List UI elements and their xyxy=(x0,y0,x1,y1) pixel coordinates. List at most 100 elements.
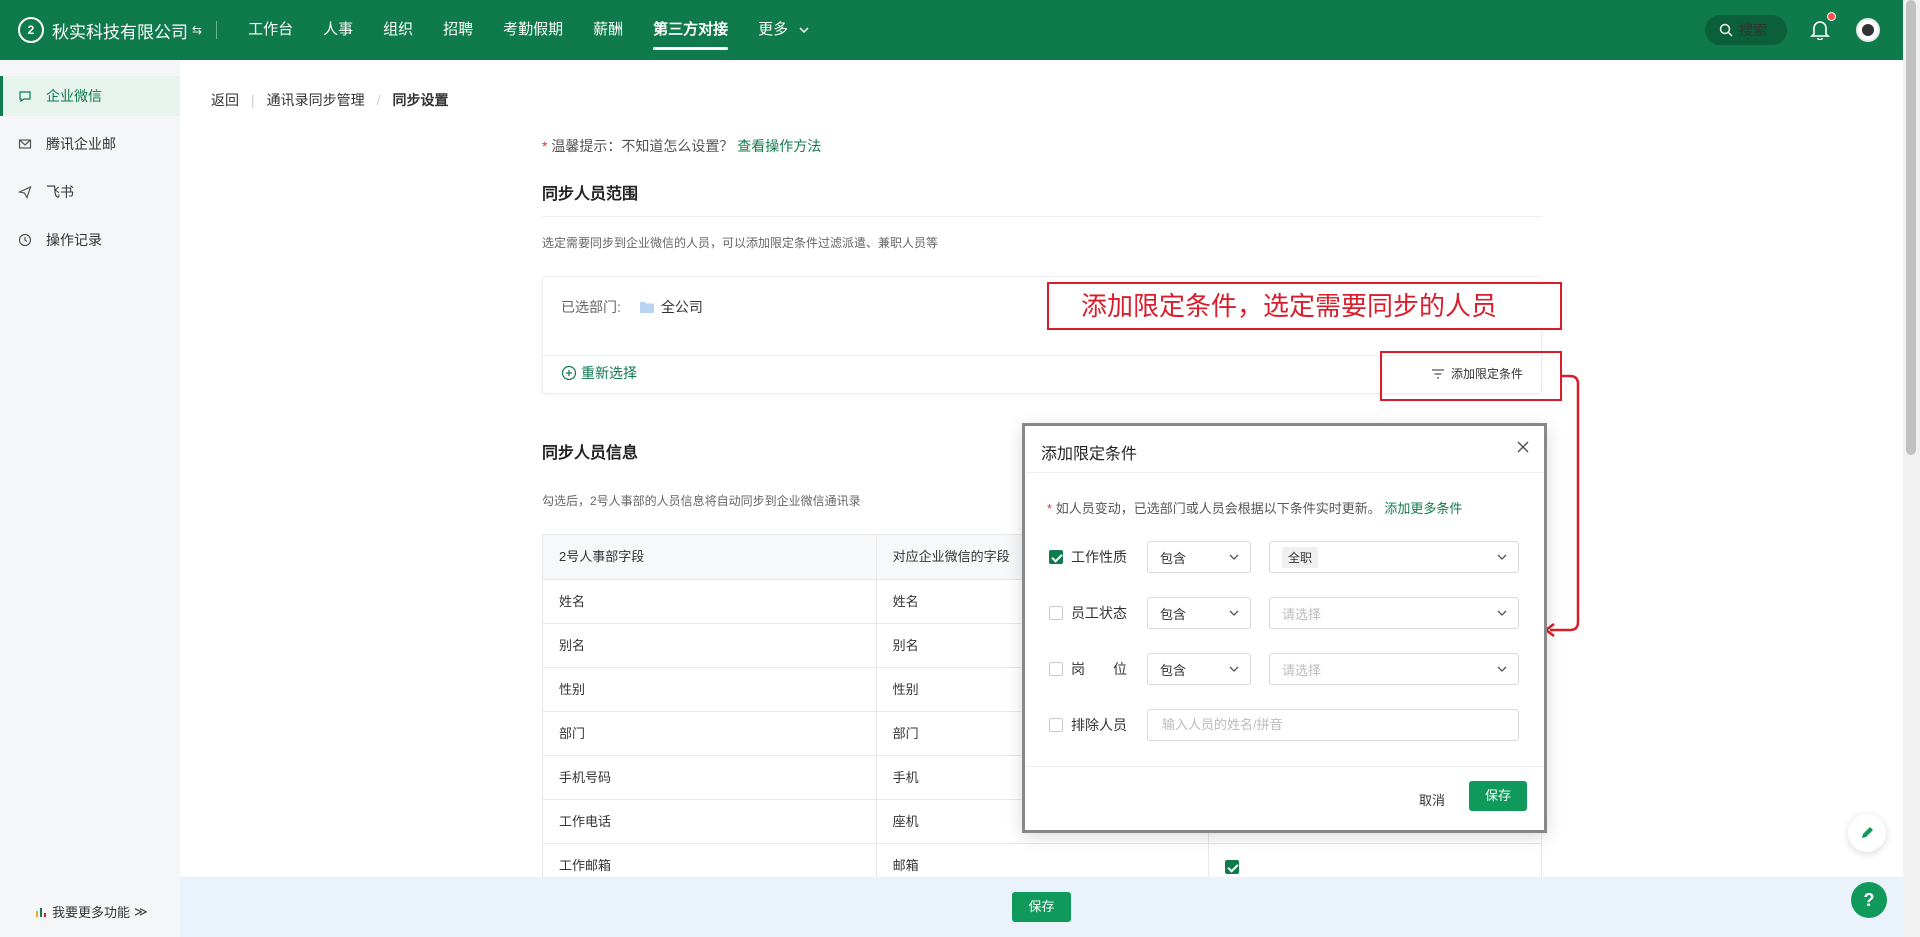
nav-recruit[interactable]: 招聘 xyxy=(428,0,488,60)
breadcrumb-back[interactable]: 返回 xyxy=(211,90,239,110)
nav-salary[interactable]: 薪酬 xyxy=(578,0,638,60)
more-features-label: 我要更多功能 xyxy=(52,905,131,920)
breadcrumb-separator: | xyxy=(251,92,255,108)
annotation-callout: 添加限定条件，选定需要同步的人员 xyxy=(1047,282,1562,330)
condition-row-job-type: 工作性质 包含 全职 xyxy=(1049,541,1519,573)
search-label: 搜索 xyxy=(1739,22,1767,38)
info-section-title: 同步人员信息 xyxy=(542,445,639,462)
chevron-down-icon xyxy=(1497,554,1507,560)
sidebar-item-tencent-mail[interactable]: 腾讯企业邮 xyxy=(0,124,180,164)
notification-dot xyxy=(1827,12,1836,21)
table-cell: 工作邮箱 xyxy=(559,858,612,873)
help-button[interactable]: ? xyxy=(1851,882,1887,918)
bar-chart-icon xyxy=(36,907,46,917)
operator-select[interactable]: 包含 xyxy=(1147,653,1251,685)
scope-description: 选定需要同步到企业微信的人员，可以添加限定条件过滤派遣、兼职人员等 xyxy=(542,236,939,250)
table-cell: 性别 xyxy=(559,682,586,697)
dialog-title: 添加限定条件 xyxy=(1041,446,1138,463)
notice-text: 如人员变动，已选部门或人员会根据以下条件实时更新。 xyxy=(1055,501,1381,516)
logo-badge: 2 xyxy=(18,17,44,43)
search-icon xyxy=(1719,23,1733,37)
plus-circle-icon xyxy=(561,365,577,381)
condition-label: 岗 位 xyxy=(1071,661,1127,677)
breadcrumb: 返回 | 通讯录同步管理 / 同步设置 xyxy=(211,90,449,110)
condition-label: 员工状态 xyxy=(1071,605,1127,621)
table-cell: 工作电话 xyxy=(559,814,612,829)
tip-star: * xyxy=(542,138,548,154)
sidebar-item-label: 飞书 xyxy=(46,184,74,200)
main-nav: 工作台 人事 组织 招聘 考勤假期 薪酬 第三方对接 更多 xyxy=(233,0,825,60)
chevron-down-icon xyxy=(1229,666,1239,672)
reselect-label: 重新选择 xyxy=(581,365,637,381)
position-checkbox[interactable] xyxy=(1049,662,1063,676)
nav-workbench[interactable]: 工作台 xyxy=(233,0,308,60)
nav-third-party[interactable]: 第三方对接 xyxy=(638,0,743,60)
save-button[interactable]: 保存 xyxy=(1012,892,1071,922)
search-button[interactable]: 搜索 xyxy=(1705,15,1787,45)
operator-value: 包含 xyxy=(1160,606,1187,622)
sidebar-item-label: 腾讯企业邮 xyxy=(46,136,116,152)
sidebar-item-logs[interactable]: 操作记录 xyxy=(0,220,180,260)
tip-line: * 温馨提示：不知道怎么设置？ 查看操作方法 xyxy=(542,136,821,156)
nav-org[interactable]: 组织 xyxy=(368,0,428,60)
cancel-button[interactable]: 取消 xyxy=(1419,790,1445,809)
employee-status-checkbox[interactable] xyxy=(1049,606,1063,620)
table-cell: 姓名 xyxy=(559,594,586,609)
value-select[interactable]: 请选择 xyxy=(1269,653,1519,685)
selected-departments: 已选部门: 全公司 xyxy=(561,297,703,317)
breadcrumb-sync-management[interactable]: 通讯录同步管理 xyxy=(267,90,365,110)
selected-label: 已选部门: xyxy=(561,299,621,315)
floating-edit-button[interactable] xyxy=(1848,814,1886,852)
section-divider xyxy=(542,216,1542,217)
paper-plane-icon xyxy=(18,185,32,199)
bell-icon[interactable] xyxy=(1809,18,1831,40)
nav-hr[interactable]: 人事 xyxy=(308,0,368,60)
job-type-checkbox[interactable] xyxy=(1049,550,1063,564)
logo[interactable]: 2 秋实科技有限公司 ⇆ xyxy=(18,17,202,43)
nav-attendance[interactable]: 考勤假期 xyxy=(488,0,578,60)
clock-icon xyxy=(18,233,32,247)
condition-label: 排除人员 xyxy=(1071,717,1127,733)
selected-tag: 全职 xyxy=(1282,546,1319,568)
scrollbar-thumb[interactable] xyxy=(1906,0,1916,455)
close-icon[interactable] xyxy=(1516,440,1530,454)
selected-value: 全公司 xyxy=(639,297,703,317)
folder-icon xyxy=(639,302,654,313)
operator-value: 包含 xyxy=(1160,550,1187,566)
tip-text: 温馨提示：不知道怎么设置？ xyxy=(551,138,734,154)
exclude-checkbox[interactable] xyxy=(1049,718,1063,732)
dialog-divider xyxy=(1025,472,1544,473)
selected-value-text: 全公司 xyxy=(660,299,703,315)
notice-star: * xyxy=(1047,501,1053,516)
sidebar: 企业微信 腾讯企业邮 飞书 操作记录 我要更多功能 ≫ xyxy=(0,60,180,937)
sidebar-item-feishu[interactable]: 飞书 xyxy=(0,172,180,212)
dialog-notice: * 如人员变动，已选部门或人员会根据以下条件实时更新。 添加更多条件 xyxy=(1047,498,1462,517)
sync-email-checkbox[interactable] xyxy=(1225,859,1240,874)
table-cell: 邮箱 xyxy=(875,844,1209,877)
avatar[interactable] xyxy=(1856,18,1880,42)
nav-more[interactable]: 更多 xyxy=(743,0,825,60)
condition-row-employee-status: 员工状态 包含 请选择 xyxy=(1049,597,1519,629)
value-select[interactable]: 请选择 xyxy=(1269,597,1519,629)
more-features-link[interactable]: 我要更多功能 ≫ xyxy=(34,902,148,921)
operator-select[interactable]: 包含 xyxy=(1147,541,1251,573)
chevron-down-icon xyxy=(1497,666,1507,672)
pencil-icon xyxy=(1862,827,1873,838)
operator-select[interactable]: 包含 xyxy=(1147,597,1251,629)
dialog-save-button[interactable]: 保存 xyxy=(1469,781,1528,811)
reselect-button[interactable]: 重新选择 xyxy=(561,363,637,383)
add-more-conditions-link[interactable]: 添加更多条件 xyxy=(1384,501,1462,516)
switch-company-icon[interactable]: ⇆ xyxy=(192,23,202,37)
info-description: 勾选后，2号人事部的人员信息将自动同步到企业微信通讯录 xyxy=(542,494,861,508)
exclude-person-input[interactable]: 输入人员的姓名/拼音 xyxy=(1147,709,1519,741)
top-navbar: 2 秋实科技有限公司 ⇆ 工作台 人事 组织 招聘 考勤假期 薪酬 第三方对接 … xyxy=(0,0,1903,60)
value-placeholder: 请选择 xyxy=(1282,662,1322,678)
chevron-down-icon xyxy=(1497,610,1507,616)
how-to-link[interactable]: 查看操作方法 xyxy=(737,138,821,154)
value-select[interactable]: 全职 xyxy=(1269,541,1519,573)
breadcrumb-current: 同步设置 xyxy=(392,92,449,108)
chevron-down-icon xyxy=(799,27,809,34)
sidebar-item-wecom[interactable]: 企业微信 xyxy=(0,76,180,116)
add-condition-dialog: 添加限定条件 * 如人员变动，已选部门或人员会根据以下条件实时更新。 添加更多条… xyxy=(1022,423,1547,833)
chevron-down-icon xyxy=(1229,554,1239,560)
